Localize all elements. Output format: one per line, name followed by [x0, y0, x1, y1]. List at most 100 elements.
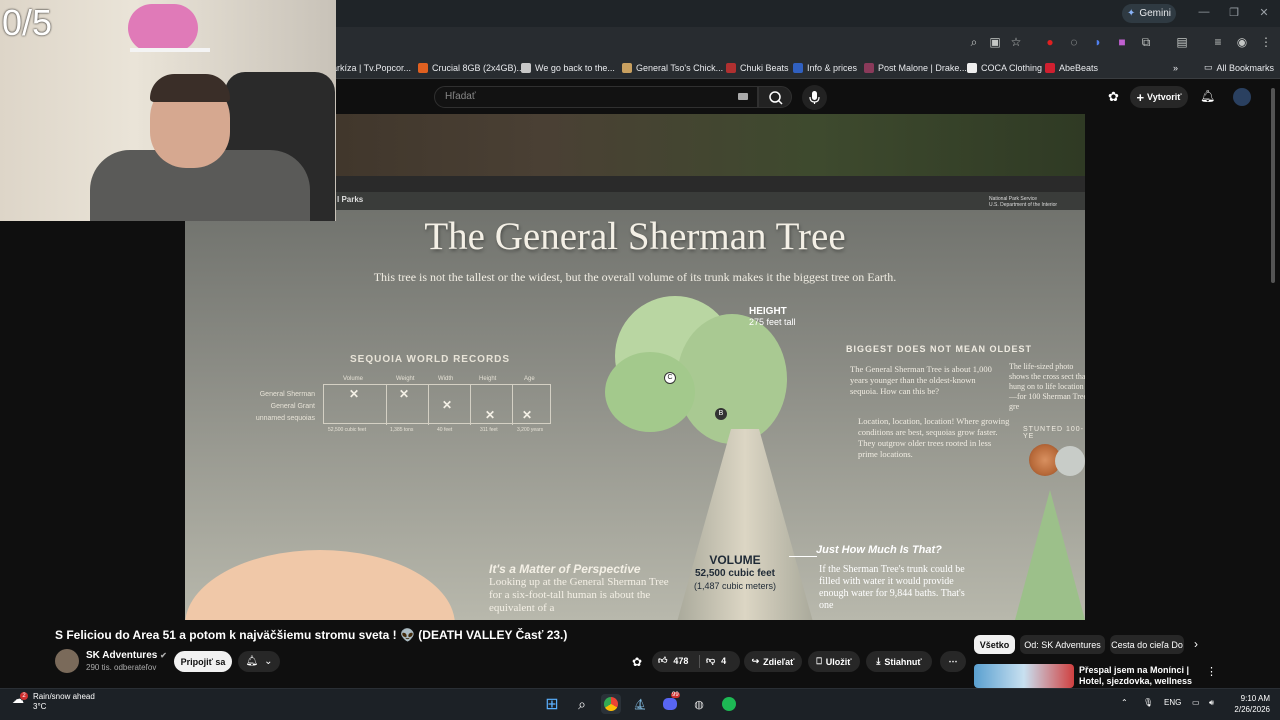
download-icon: ⤓ [876, 656, 881, 666]
extensions-puzzle-icon[interactable]: ⧉ [1138, 34, 1154, 50]
create-button[interactable]: + Vytvoriť [1130, 86, 1188, 108]
tree-canopy [605, 352, 695, 432]
share-button[interactable]: ↪ Zdieľať [744, 651, 802, 672]
like-count: 478 [673, 655, 689, 666]
extension-blue-icon[interactable]: ◗ [1090, 34, 1106, 50]
share-icon: ↪ [751, 656, 760, 666]
record-column: Weight [396, 376, 415, 382]
taskbar-search-icon[interactable]: ⌕ [572, 694, 592, 714]
network-icon[interactable]: ▭ [1192, 698, 1200, 707]
volume-icon[interactable]: 🔊︎ [1209, 698, 1214, 708]
pointer-line [789, 556, 817, 557]
voice-search-button[interactable] [802, 85, 827, 110]
volume-metric: (1,487 cubic meters) [693, 581, 777, 591]
bookmark-favicon-icon [793, 62, 803, 73]
chip-journey[interactable]: Cesta do cieľa Do [1110, 635, 1184, 654]
spotify-taskbar-icon[interactable] [719, 694, 739, 714]
recommended-video-title[interactable]: Přespal jsem na Monínci | Hotel, sjezdov… [1079, 665, 1209, 687]
keyboard-icon[interactable] [738, 93, 748, 100]
subscription-bell-button[interactable]: 🔔︎ ⌄ [238, 651, 280, 672]
bookmark-favicon-icon [967, 62, 977, 73]
join-button[interactable]: Pripojiť sa [174, 651, 232, 672]
perspective-title: It's a Matter of Perspective [489, 562, 641, 576]
more-horizontal-icon: ⋯ [948, 656, 958, 666]
chrome-taskbar-icon[interactable] [601, 694, 621, 714]
record-x-mark: ✕ [522, 408, 533, 422]
volume-title: VOLUME [709, 553, 761, 567]
bookmark-item[interactable]: arkíza | Tv.Popcor... [332, 60, 411, 75]
stunted-label: STUNTED 100-YE [1023, 426, 1085, 440]
search-input[interactable]: Hľadať [434, 86, 758, 108]
close-icon[interactable]: ✕ [1254, 6, 1274, 19]
nps-credit: National Park Service U.S. Department of … [989, 196, 1057, 208]
discord-taskbar-icon[interactable]: 99 [660, 692, 680, 714]
height-label: HEIGHT 275 feet tall [749, 306, 796, 328]
extension-red-icon[interactable]: ● [1042, 34, 1058, 50]
record-value: 52,500 cubic feet [328, 427, 367, 433]
weather-widget[interactable]: ☁ 2 Rain/snow ahead 3°C [12, 692, 112, 714]
bookmark-item[interactable]: Post Malone | Drake... [864, 60, 967, 75]
bookmark-label: arkíza | Tv.Popcor... [332, 62, 412, 73]
profile-avatar-icon[interactable]: ◉ [1234, 34, 1250, 50]
gemini-button[interactable]: ✦ Gemini [1122, 4, 1176, 23]
recommendation-menu-icon[interactable]: ⋮ [1206, 665, 1217, 678]
record-value: 3,200 years [517, 427, 544, 433]
weather-badge: 2 [20, 692, 28, 700]
thumbs-up-icon: 👍︎ [658, 655, 668, 665]
record-value: 40 feet [437, 427, 453, 433]
bookmark-item[interactable]: COCA Clothing [967, 60, 1042, 75]
bookmark-item[interactable]: Info & prices [793, 60, 857, 75]
extension-purple-icon[interactable]: ■ [1114, 34, 1130, 50]
save-button[interactable]: ⎕ Uložiť [808, 651, 860, 672]
chevron-right-icon[interactable]: › [1194, 637, 1198, 651]
bell-icon: 🔔︎ [245, 656, 259, 667]
marker-c-icon: C [664, 372, 676, 384]
search-button[interactable] [758, 86, 792, 108]
record-column: Width [438, 376, 454, 382]
minimize-icon[interactable]: — [1194, 6, 1214, 18]
extension-icon[interactable]: ◌ [1066, 34, 1082, 50]
recommended-video-thumbnail[interactable] [974, 664, 1074, 688]
menu-kebab-icon[interactable]: ⋮ [1258, 34, 1274, 50]
dislike-button[interactable]: 👎︎ 4 [706, 655, 726, 666]
all-bookmarks-button[interactable]: ▭ All Bookmarks [1204, 60, 1274, 75]
perspective-paragraph: Looking up at the General Sherman Tree f… [489, 576, 669, 614]
tray-overflow-icon[interactable]: ⌃ [1121, 698, 1128, 707]
windows-start-icon[interactable]: ⊞ [542, 694, 562, 714]
bookmark-star-icon[interactable]: ☆ [1008, 34, 1024, 50]
bookmark-item[interactable]: Crucial 8GB (2x4GB)... [418, 60, 524, 75]
page-scrollbar[interactable] [1271, 88, 1275, 283]
bookmarks-overflow-icon[interactable]: » [1173, 60, 1178, 75]
taskbar-clock[interactable]: 9:10 AM 2/26/2026 [1226, 693, 1270, 715]
height-title: HEIGHT [749, 306, 787, 317]
webcam-overlay: 0/5 [0, 0, 336, 221]
bookmark-item[interactable]: General Tso's Chick... [622, 60, 723, 75]
plush-toy [128, 4, 198, 52]
chip-from-channel[interactable]: Od: SK Adventures [1020, 635, 1105, 654]
obs-taskbar-icon[interactable]: ◍ [689, 694, 709, 714]
download-button[interactable]: ⤓ Stiahnuť [866, 651, 932, 672]
account-avatar[interactable] [1233, 88, 1251, 106]
notifications-bell-icon[interactable]: 🔔︎ [1200, 89, 1215, 103]
steam-taskbar-icon[interactable]: ⛵︎ [630, 694, 650, 714]
like-button[interactable]: 👍︎ 478 [658, 655, 688, 666]
creator-tools-icon[interactable]: ✿ [1108, 89, 1119, 105]
sidepanel-icon[interactable]: ▤ [1174, 34, 1190, 50]
chip-all[interactable]: Všetko [974, 635, 1015, 654]
zoom-icon[interactable]: ⌕ [966, 34, 982, 50]
restore-icon[interactable]: ❐ [1224, 6, 1244, 19]
tray-mic-icon[interactable]: 🎙︎ [1143, 698, 1153, 707]
more-actions-button[interactable]: ⋯ [940, 651, 966, 672]
screen: ✦ Gemini — ❐ ✕ ⌕ ▣ ☆ ● ◌ ◗ ■ ⧉ ▤ ≡ ◉ ⋮ a… [0, 0, 1280, 720]
record-row-label: General Grant [270, 403, 315, 410]
channel-avatar[interactable] [55, 649, 79, 673]
cast-icon[interactable]: ▣ [987, 34, 1003, 50]
bookmark-item[interactable]: We go back to the... [521, 60, 615, 75]
channel-name[interactable]: SK Adventures ✔ [86, 650, 167, 661]
ai-sparkle-icon[interactable]: ✿ [632, 655, 642, 669]
bookmark-item[interactable]: Chuki Beats [726, 60, 789, 75]
bookmark-favicon-icon [622, 62, 632, 73]
bookmark-item[interactable]: AbeBeats [1045, 60, 1098, 75]
tab-search-icon[interactable]: ≡ [1210, 34, 1226, 50]
language-indicator[interactable]: ENG [1164, 698, 1181, 707]
